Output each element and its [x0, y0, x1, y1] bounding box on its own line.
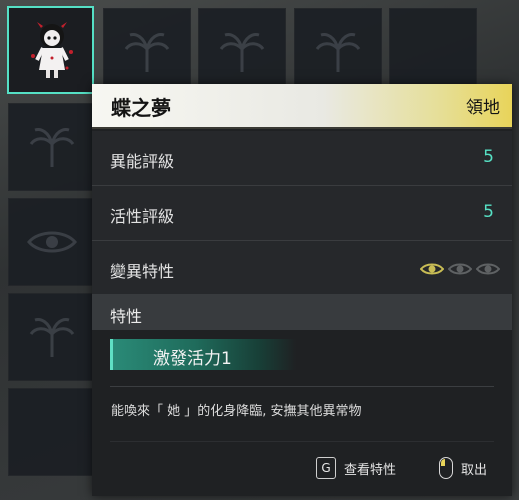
view-traits-label: 查看特性 — [344, 462, 397, 478]
palm-tree-icon — [219, 33, 265, 72]
mutation-label: 變異特性 — [110, 262, 175, 281]
inventory-slot[interactable] — [103, 8, 191, 96]
stat-label: 異能評級 — [110, 152, 175, 171]
selected-item-slot[interactable] — [7, 6, 94, 94]
inventory-slot[interactable] — [8, 388, 96, 476]
inventory-slot[interactable] — [389, 8, 477, 96]
mouse-left-click-icon — [439, 457, 453, 479]
doll-item-icon — [31, 22, 73, 78]
inventory-slot[interactable] — [294, 8, 382, 96]
stat-row-activity-rating: 活性評級 5 — [92, 186, 512, 241]
divider — [110, 441, 494, 442]
traits-header-label: 特性 — [110, 307, 143, 326]
traits-section-header: 特性 — [92, 294, 512, 330]
palm-tree-icon — [29, 318, 75, 357]
stat-row-ability-rating: 異能評級 5 — [92, 131, 512, 186]
divider — [110, 386, 494, 387]
item-detail-panel: 蝶之夢 領地 異能評級 5 活性評級 5 變異特性 特性 激發活力1 能喚來「 … — [92, 84, 512, 496]
item-header: 蝶之夢 領地 — [92, 84, 512, 129]
item-description: 能喚來「 她 」的化身降臨, 安撫其他異常物 — [111, 404, 362, 419]
view-traits-action[interactable]: G 查看特性 — [316, 457, 396, 479]
g-key-icon: G — [316, 457, 336, 479]
palm-tree-icon — [124, 33, 170, 72]
palm-tree-icon — [315, 33, 361, 72]
mutation-level-indicator — [420, 262, 500, 276]
stat-label: 活性評級 — [110, 207, 175, 226]
inventory-slot[interactable] — [8, 198, 96, 286]
trait-label: 激發活力1 — [153, 349, 232, 369]
inventory-slot[interactable] — [8, 103, 96, 191]
stat-value: 5 — [483, 147, 494, 167]
eye-icon-inactive — [476, 263, 500, 275]
palm-tree-icon — [29, 128, 75, 167]
inventory-slot[interactable] — [198, 8, 286, 96]
item-category: 領地 — [466, 98, 500, 118]
take-out-action[interactable]: 取出 — [439, 457, 487, 479]
item-name: 蝶之夢 — [111, 96, 171, 120]
trait-item[interactable]: 激發活力1 — [110, 339, 296, 370]
stat-row-mutation: 變異特性 — [92, 241, 512, 296]
eye-icon — [27, 231, 77, 253]
eye-icon-active — [420, 263, 444, 275]
inventory-slot[interactable] — [8, 293, 96, 381]
stat-value: 5 — [483, 202, 494, 222]
take-out-label: 取出 — [461, 462, 488, 478]
eye-icon-inactive — [448, 263, 472, 275]
